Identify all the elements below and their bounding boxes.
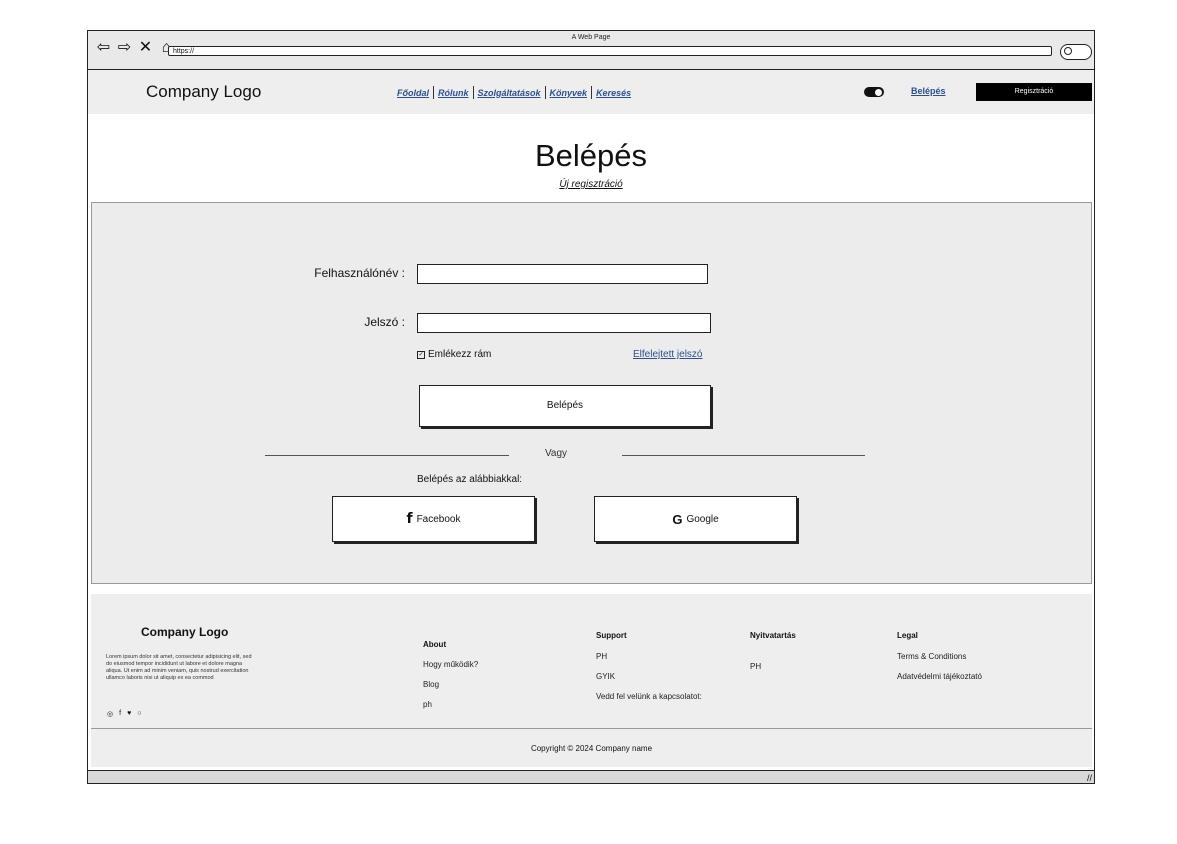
remember-label: Emlékezz rám: [428, 349, 492, 360]
footer-legal-heading: Legal: [897, 631, 918, 640]
menu-item-about[interactable]: Rólunk: [438, 88, 469, 98]
register-button[interactable]: Regisztráció: [976, 83, 1092, 101]
footer-link-privacy[interactable]: Adatvédelmi tájékoztató: [897, 672, 982, 681]
header-logo[interactable]: Company Logo: [146, 82, 261, 102]
facebook-icon: f: [406, 511, 413, 527]
footer-contact[interactable]: Vedd fel velünk a kapcsolatot:: [596, 692, 702, 701]
footer-logo: Company Logo: [141, 625, 229, 639]
url-bar[interactable]: https://: [168, 46, 1052, 56]
footer-opening-heading: Nyitvatartás: [750, 631, 796, 640]
facebook-button-label: Facebook: [416, 513, 461, 525]
footer-link-faq[interactable]: GYIK: [596, 672, 615, 681]
window-title: A Web Page: [571, 34, 611, 41]
username-input[interactable]: [417, 264, 708, 284]
twitter-icon[interactable]: ♥: [127, 710, 131, 718]
github-icon[interactable]: ○: [137, 710, 141, 718]
theme-toggle[interactable]: [864, 87, 884, 97]
footer-link-blog[interactable]: Blog: [423, 680, 439, 689]
site-footer: Company Logo Lorem ipsum dolor sit amet,…: [91, 594, 1092, 767]
browser-statusbar: //: [88, 770, 1094, 783]
page-title: Belépés: [534, 138, 648, 173]
footer-divider: [91, 728, 1092, 729]
divider-right: [622, 455, 865, 456]
close-icon[interactable]: ✕: [136, 40, 155, 56]
menu-separator: [544, 86, 546, 99]
instagram-icon[interactable]: ◎: [107, 710, 113, 718]
browser-nav: ⇦ ⇨ ✕ ⌂: [94, 40, 176, 56]
google-button-label: Google: [686, 513, 719, 525]
main-menu: Főoldal Rólunk Szolgáltatások Könyvek Ke…: [397, 86, 631, 99]
footer-opening-ph: PH: [750, 662, 762, 671]
menu-separator: [433, 86, 434, 99]
login-button[interactable]: Belépés: [419, 385, 711, 427]
browser-titlebar: A Web Page ⇦ ⇨ ✕ ⌂ https://: [88, 31, 1094, 70]
social-login-label: Belépés az alábbiakkal:: [417, 474, 523, 485]
google-icon: G: [672, 511, 683, 527]
footer-support-ph[interactable]: PH: [596, 652, 607, 661]
menu-item-search[interactable]: Keresés: [596, 88, 631, 98]
menu-item-services[interactable]: Szolgáltatások: [478, 88, 541, 98]
browser-search-button[interactable]: [1060, 44, 1092, 60]
forgot-password-link[interactable]: Elfelejtett jelszó: [633, 349, 702, 360]
search-icon: [1064, 47, 1072, 55]
header-login-link[interactable]: Belépés: [911, 86, 946, 96]
google-login-button[interactable]: G Google: [594, 496, 797, 542]
footer-link-how-it-works[interactable]: Hogy működik?: [423, 660, 478, 669]
remember-checkbox[interactable]: ✓: [417, 350, 425, 359]
footer-link-ph[interactable]: ph: [423, 700, 432, 709]
footer-description: Lorem ipsum dolor sit amet, consectetur …: [106, 654, 252, 681]
remember-me[interactable]: ✓ Emlékezz rám: [417, 349, 491, 360]
new-registration-link[interactable]: Új regisztráció: [88, 179, 1094, 190]
footer-social-icons: ◎ f ♥ ○: [107, 710, 141, 718]
forward-icon[interactable]: ⇨: [115, 40, 134, 56]
copyright: Copyright © 2024 Company name: [530, 744, 653, 753]
or-text: Vagy: [545, 448, 568, 459]
menu-separator: [472, 86, 474, 99]
site-header: Company Logo Főoldal Rólunk Szolgáltatás…: [88, 70, 1094, 114]
footer-link-terms[interactable]: Terms & Conditions: [897, 652, 966, 661]
facebook-login-button[interactable]: f Facebook: [332, 496, 535, 542]
password-label: Jelszó :: [364, 315, 405, 329]
password-input[interactable]: [417, 313, 711, 333]
divider-left: [265, 455, 509, 456]
resize-handle-icon[interactable]: //: [1087, 773, 1092, 783]
footer-support-heading: Support: [596, 631, 627, 640]
browser-window: A Web Page ⇦ ⇨ ✕ ⌂ https:// Company Logo…: [87, 30, 1095, 784]
username-label: Felhasználónév :: [314, 266, 405, 280]
back-icon[interactable]: ⇦: [94, 40, 113, 56]
footer-about-heading: About: [423, 640, 447, 649]
menu-item-books[interactable]: Könyvek: [550, 88, 588, 98]
menu-item-home[interactable]: Főoldal: [397, 88, 429, 98]
login-form-panel: Felhasználónév : Jelszó : ✓ Emlékezz rám…: [91, 202, 1092, 584]
facebook-icon[interactable]: f: [119, 710, 121, 718]
menu-separator: [591, 86, 593, 99]
